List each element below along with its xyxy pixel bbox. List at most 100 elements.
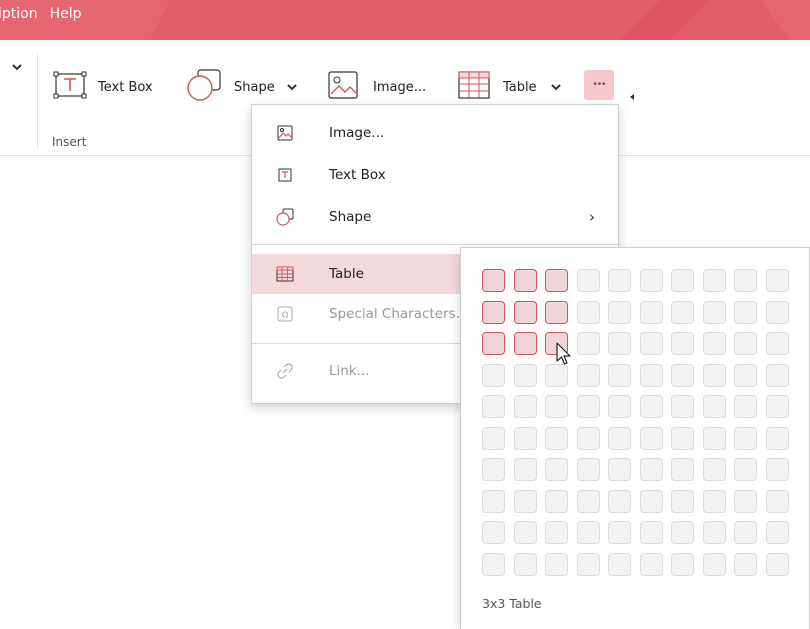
table-grid-cell-r2-c10[interactable] xyxy=(765,300,789,324)
table-grid-cell-r7-c7[interactable] xyxy=(671,458,694,481)
table-grid-cell-r7-c3[interactable] xyxy=(545,458,568,481)
table-grid-cell-r3-c9[interactable] xyxy=(734,332,757,355)
table-grid-cell-r2-c1[interactable] xyxy=(482,300,505,324)
table-grid-cell-r4-c9[interactable] xyxy=(734,363,757,387)
table-grid-cell-r3-c8[interactable] xyxy=(702,332,726,355)
table-grid-cell-r3-c10[interactable] xyxy=(765,332,789,355)
more-button[interactable]: ••• xyxy=(584,70,614,100)
table-grid-cell-r1-c4[interactable] xyxy=(576,269,600,292)
table-grid-cell-r1-c1[interactable] xyxy=(482,269,505,292)
table-grid-cell-r9-c2[interactable] xyxy=(513,521,537,544)
table-grid-cell-r3-c1[interactable] xyxy=(482,332,505,355)
table-grid-cell-r2-c5[interactable] xyxy=(608,300,631,324)
table-grid-cell-r5-c9[interactable] xyxy=(734,395,757,418)
table-grid-cell-r9-c10[interactable] xyxy=(765,521,789,544)
table-grid-cell-r9-c5[interactable] xyxy=(608,521,631,544)
table-grid-cell-r10-c2[interactable] xyxy=(513,552,537,576)
table-grid-cell-r5-c8[interactable] xyxy=(702,395,726,418)
menu-item-help[interactable]: Help xyxy=(50,6,94,22)
table-grid-cell-r9-c1[interactable] xyxy=(482,521,505,544)
table-grid-cell-r2-c7[interactable] xyxy=(671,300,694,324)
table-grid-cell-r2-c9[interactable] xyxy=(734,300,757,324)
table-grid-cell-r10-c7[interactable] xyxy=(671,552,694,576)
table-grid-cell-r5-c5[interactable] xyxy=(608,395,631,418)
table-grid-cell-r3-c7[interactable] xyxy=(671,332,694,355)
table-grid-cell-r1-c10[interactable] xyxy=(765,269,789,292)
table-grid-cell-r7-c5[interactable] xyxy=(608,458,631,481)
table-grid-cell-r6-c4[interactable] xyxy=(576,426,600,450)
table-grid-cell-r8-c8[interactable] xyxy=(702,489,726,513)
table-grid-cell-r10-c9[interactable] xyxy=(734,552,757,576)
table-grid-cell-r7-c1[interactable] xyxy=(482,458,505,481)
table-grid-cell-r9-c9[interactable] xyxy=(734,521,757,544)
ribbon-scroll-left-icon[interactable] xyxy=(630,94,634,100)
menu-item-shape[interactable]: Shape › xyxy=(252,197,618,237)
table-grid-cell-r1-c3[interactable] xyxy=(545,269,568,292)
table-grid-cell-r8-c10[interactable] xyxy=(765,489,789,513)
table-grid-cell-r10-c3[interactable] xyxy=(545,552,568,576)
table-grid-cell-r4-c6[interactable] xyxy=(639,363,663,387)
table-grid-cell-r3-c4[interactable] xyxy=(576,332,600,355)
table-grid-cell-r9-c4[interactable] xyxy=(576,521,600,544)
menu-item-image[interactable]: Image... xyxy=(252,113,618,153)
table-dropdown-chevron-icon[interactable] xyxy=(550,80,561,95)
table-grid-cell-r8-c3[interactable] xyxy=(545,489,568,513)
table-grid-cell-r1-c2[interactable] xyxy=(513,269,537,292)
table-grid-cell-r1-c8[interactable] xyxy=(702,269,726,292)
table-grid-cell-r2-c6[interactable] xyxy=(639,300,663,324)
table-grid-cell-r7-c2[interactable] xyxy=(513,458,537,481)
table-grid-cell-r1-c6[interactable] xyxy=(639,269,663,292)
table-grid-cell-r5-c7[interactable] xyxy=(671,395,694,418)
table-grid-cell-r4-c8[interactable] xyxy=(702,363,726,387)
table-grid-cell-r5-c2[interactable] xyxy=(513,395,537,418)
menu-item-description[interactable]: iption xyxy=(0,6,50,22)
table-grid-cell-r10-c6[interactable] xyxy=(639,552,663,576)
table-grid-cell-r9-c7[interactable] xyxy=(671,521,694,544)
table-grid-cell-r1-c7[interactable] xyxy=(671,269,694,292)
table-grid-cell-r5-c1[interactable] xyxy=(482,395,505,418)
table-grid-cell-r7-c9[interactable] xyxy=(734,458,757,481)
table-grid-cell-r3-c6[interactable] xyxy=(639,332,663,355)
table-grid-cell-r6-c10[interactable] xyxy=(765,426,789,450)
shape-dropdown-chevron-icon[interactable] xyxy=(287,80,297,95)
table-grid-cell-r6-c1[interactable] xyxy=(482,426,505,450)
table-grid-cell-r10-c8[interactable] xyxy=(702,552,726,576)
table-grid-cell-r2-c3[interactable] xyxy=(545,300,568,324)
image-button[interactable]: Image... xyxy=(327,70,426,104)
table-grid-cell-r1-c5[interactable] xyxy=(608,269,631,292)
table-grid-cell-r8-c5[interactable] xyxy=(608,489,631,513)
table-grid-cell-r7-c10[interactable] xyxy=(765,458,789,481)
table-grid-cell-r2-c2[interactable] xyxy=(513,300,537,324)
table-grid-cell-r7-c6[interactable] xyxy=(639,458,663,481)
table-grid-cell-r8-c6[interactable] xyxy=(639,489,663,513)
table-grid-cell-r5-c10[interactable] xyxy=(765,395,789,418)
table-grid-cell-r7-c4[interactable] xyxy=(576,458,600,481)
table-grid-cell-r5-c4[interactable] xyxy=(576,395,600,418)
table-grid-cell-r5-c6[interactable] xyxy=(639,395,663,418)
table-grid-cell-r4-c7[interactable] xyxy=(671,363,694,387)
table-grid-cell-r8-c9[interactable] xyxy=(734,489,757,513)
table-grid-cell-r2-c8[interactable] xyxy=(702,300,726,324)
table-grid-cell-r5-c3[interactable] xyxy=(545,395,568,418)
table-grid-cell-r8-c4[interactable] xyxy=(576,489,600,513)
table-grid-cell-r6-c5[interactable] xyxy=(608,426,631,450)
table-grid-cell-r2-c4[interactable] xyxy=(576,300,600,324)
table-grid-cell-r9-c3[interactable] xyxy=(545,521,568,544)
table-grid-cell-r4-c1[interactable] xyxy=(482,363,505,387)
table-grid-cell-r10-c10[interactable] xyxy=(765,552,789,576)
table-grid-cell-r8-c2[interactable] xyxy=(513,489,537,513)
shape-button[interactable]: Shape xyxy=(186,69,297,104)
text-box-button[interactable]: Text Box xyxy=(52,70,153,104)
table-grid-cell-r10-c4[interactable] xyxy=(576,552,600,576)
table-grid-cell-r3-c2[interactable] xyxy=(513,332,537,355)
table-grid-cell-r4-c5[interactable] xyxy=(608,363,631,387)
table-grid-cell-r3-c5[interactable] xyxy=(608,332,631,355)
table-grid-cell-r6-c7[interactable] xyxy=(671,426,694,450)
table-grid-cell-r10-c5[interactable] xyxy=(608,552,631,576)
table-grid-cell-r6-c8[interactable] xyxy=(702,426,726,450)
table-grid-cell-r9-c8[interactable] xyxy=(702,521,726,544)
table-grid-cell-r6-c3[interactable] xyxy=(545,426,568,450)
table-grid-cell-r7-c8[interactable] xyxy=(702,458,726,481)
menu-item-text-box[interactable]: Text Box xyxy=(252,155,618,195)
table-grid-cell-r8-c1[interactable] xyxy=(482,489,505,513)
